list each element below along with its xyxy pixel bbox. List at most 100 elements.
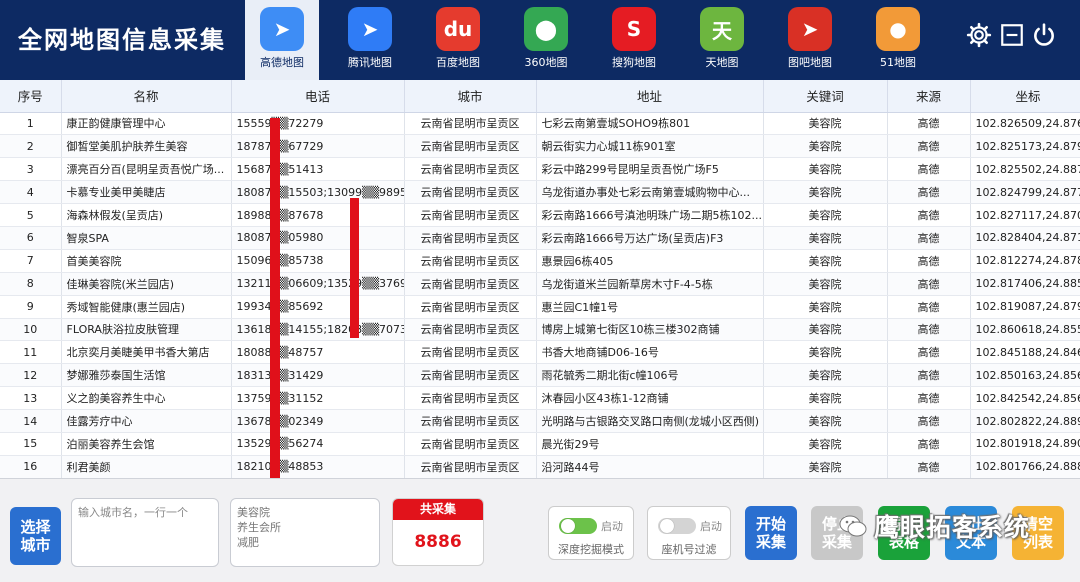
table-cell: 乌龙街道米兰园新草房木寸F-4-5栋: [536, 272, 764, 296]
map-tab-3[interactable]: ⬤ 360地图: [509, 0, 583, 80]
deep-mining-switch[interactable]: [559, 518, 597, 534]
table-cell: 18087▒▒15503;13099▒▒9895: [231, 180, 405, 205]
map-tab-7[interactable]: ● 51地图: [861, 0, 935, 80]
column-header[interactable]: 地址: [536, 80, 764, 113]
column-header[interactable]: 名称: [61, 80, 232, 113]
table-cell: 13529▒▒56274: [231, 432, 405, 456]
table-cell: 乌龙街道办事处七彩云南第壹城购物中心...: [536, 180, 764, 205]
table-cell: 高德: [887, 295, 971, 319]
city-input[interactable]: 输入城市名，一行一个: [71, 498, 219, 567]
table-cell: 云南省昆明市呈贡区: [404, 203, 537, 227]
map-app-icon: ●: [876, 7, 920, 51]
table-cell: 书香大地商铺D06-16号: [536, 340, 764, 365]
column-header[interactable]: 电话: [231, 80, 405, 113]
table-cell: 102.825173,24.8797: [970, 134, 1080, 159]
table-row[interactable]: 1康正韵健康管理中心15559▒▒72279云南省昆明市呈贡区七彩云南第壹城SO…: [0, 112, 1080, 136]
table-cell: 云南省昆明市呈贡区: [404, 157, 537, 182]
table-cell: 朝云街实力心城11栋901室: [536, 134, 764, 159]
map-tab-label: 搜狗地图: [612, 56, 656, 69]
map-tab-2[interactable]: du 百度地图: [421, 0, 495, 80]
table-cell: 云南省昆明市呈贡区: [404, 318, 537, 342]
map-tab-6[interactable]: ➤ 图吧地图: [773, 0, 847, 80]
minimize-icon[interactable]: [999, 22, 1025, 48]
map-app-icon: 天: [700, 7, 744, 51]
table-row[interactable]: 11北京奕月美睫美甲书香大第店18088▒▒48757云南省昆明市呈贡区书香大地…: [0, 340, 1080, 365]
table-cell: 云南省昆明市呈贡区: [404, 295, 537, 319]
map-tab-5[interactable]: 天天地图: [685, 0, 759, 80]
map-app-icon: ➤: [260, 7, 304, 51]
table-cell: 高德: [887, 432, 971, 456]
table-body: 1康正韵健康管理中心15559▒▒72279云南省昆明市呈贡区七彩云南第壹城SO…: [0, 112, 1080, 478]
column-header[interactable]: 序号: [0, 80, 62, 113]
table-row[interactable]: 13义之韵美容养生中心13759▒▒31152云南省昆明市呈贡区沐春园小区43栋…: [0, 386, 1080, 411]
table-cell: 云南省昆明市呈贡区: [404, 432, 537, 456]
table-cell: 18210▒▒48853: [231, 455, 405, 478]
table-header: 序号 名称 电话 城市 地址 关键词 来源 坐标: [0, 80, 1080, 113]
landline-filter-label: 座机号过滤: [661, 543, 717, 556]
column-header[interactable]: 坐标: [970, 80, 1080, 113]
table-cell: 18088▒▒48757: [231, 340, 405, 365]
table-cell: 云南省昆明市呈贡区: [404, 272, 537, 296]
table-cell: 102.826509,24.8761: [970, 112, 1080, 136]
table-cell: 2: [0, 134, 62, 159]
table-row[interactable]: 10 FLORA肤浴拉皮肤管理 13618▒▒14155;18208▒▒7073 云南…: [0, 318, 1080, 342]
start-collect-button[interactable]: 开始 采集: [745, 506, 797, 560]
table-cell: 高德: [887, 386, 971, 411]
table-row[interactable]: 9秀域智能健康(惠兰园店)19934▒▒85692云南省昆明市呈贡区惠兰园C1幢…: [0, 295, 1080, 319]
table-cell: 智泉SPA: [61, 226, 232, 250]
deep-mining-label: 深度挖掘模式: [558, 543, 624, 556]
table-cell: 1: [0, 112, 62, 136]
table-cell: 102.860618,24.8555: [970, 318, 1080, 342]
table-cell: 102.842542,24.8566: [970, 386, 1080, 411]
table-row[interactable]: 3漂亮百分百(昆明呈贡吾悦广场...15687▒▒51413云南省昆明市呈贡区彩…: [0, 157, 1080, 182]
map-tab-1[interactable]: ➤ 腾讯地图: [333, 0, 407, 80]
gear-icon[interactable]: [966, 22, 992, 48]
table-cell: 102.824799,24.8778: [970, 180, 1080, 205]
table-row[interactable]: 15泊丽美容养生会馆13529▒▒56274云南省昆明市呈贡区晨光街29号美容院…: [0, 432, 1080, 456]
table-cell: 18087▒▒05980: [231, 226, 405, 250]
table-row[interactable]: 8 佳琳美容院(米兰园店) 13211▒▒06609;13529▒▒3769 云南省昆…: [0, 272, 1080, 296]
table-row[interactable]: 7首美美容院15096▒▒85738云南省昆明市呈贡区惠景园6栋405美容院高德…: [0, 249, 1080, 273]
table-cell: 19934▒▒85692: [231, 295, 405, 319]
map-tab-4[interactable]: S 搜狗地图: [597, 0, 671, 80]
landline-filter-switch[interactable]: [658, 518, 696, 534]
table-cell: 5: [0, 203, 62, 227]
map-app-icon: ➤: [348, 7, 392, 51]
table-cell: 云南省昆明市呈贡区: [404, 409, 537, 433]
table-cell: 惠景园6栋405: [536, 249, 764, 273]
watermark: 鹰眼拓客系统: [838, 508, 1030, 544]
table-cell: 美容院: [763, 226, 888, 250]
table-row[interactable]: 5海森林假发(呈贡店)18988▒▒87678云南省昆明市呈贡区彩云南路1666…: [0, 203, 1080, 227]
power-icon[interactable]: [1031, 22, 1057, 48]
table-row[interactable]: 2御皙堂美肌护肤养生美容18787▒▒67729云南省昆明市呈贡区朝云街实力心城…: [0, 134, 1080, 159]
table-row[interactable]: 4 卡慕专业美甲美睫店 18087▒▒15503;13099▒▒9895 云南省昆明市…: [0, 180, 1080, 205]
table-cell: 云南省昆明市呈贡区: [404, 363, 537, 388]
table-cell: 美容院: [763, 340, 888, 365]
table-cell: 102.819087,24.8792: [970, 295, 1080, 319]
column-header[interactable]: 关键词: [763, 80, 888, 113]
table-row[interactable]: 12梦娜雅莎泰国生活馆18313▒▒31429云南省昆明市呈贡区雨花毓秀二期北街…: [0, 363, 1080, 388]
table-cell: 沐春园小区43栋1-12商铺: [536, 386, 764, 411]
column-header[interactable]: 来源: [887, 80, 971, 113]
table-cell: 10: [0, 318, 62, 342]
table-cell: 首美美容院: [61, 249, 232, 273]
table-cell: 高德: [887, 340, 971, 365]
select-city-button[interactable]: 选择 城市: [10, 507, 61, 565]
map-tab-0[interactable]: ➤ 高德地图: [245, 0, 319, 80]
table-cell: 彩云中路299号昆明呈贡吾悦广场F5: [536, 157, 764, 182]
app-title: 全网地图信息采集: [18, 25, 226, 54]
table-row[interactable]: 16利君美颜18210▒▒48853云南省昆明市呈贡区沿河路44号美容院高德10…: [0, 455, 1080, 478]
table-cell: 义之韵美容养生中心: [61, 386, 232, 411]
table-row[interactable]: 14佳露芳疗中心13678▒▒02349云南省昆明市呈贡区光明路与古银路交叉路口…: [0, 409, 1080, 433]
table-cell: 美容院: [763, 157, 888, 182]
keywords-input[interactable]: 美容院 养生会所 减肥: [230, 498, 380, 567]
results-table[interactable]: 序号名称电话城市地址关键词来源坐标 1康正韵健康管理中心15559▒▒72279…: [0, 80, 1080, 478]
deep-mining-toggle[interactable]: 启动 深度挖掘模式: [548, 506, 634, 560]
map-app-icon: ➤: [788, 7, 832, 51]
table-cell: 13618▒▒14155;18208▒▒7073: [231, 318, 405, 342]
table-row[interactable]: 6智泉SPA18087▒▒05980云南省昆明市呈贡区彩云南路1666号万达广场…: [0, 226, 1080, 250]
table-cell: 云南省昆明市呈贡区: [404, 386, 537, 411]
table-cell: 15: [0, 432, 62, 456]
landline-filter-toggle[interactable]: 启动 座机号过滤: [647, 506, 731, 560]
column-header[interactable]: 城市: [404, 80, 537, 113]
